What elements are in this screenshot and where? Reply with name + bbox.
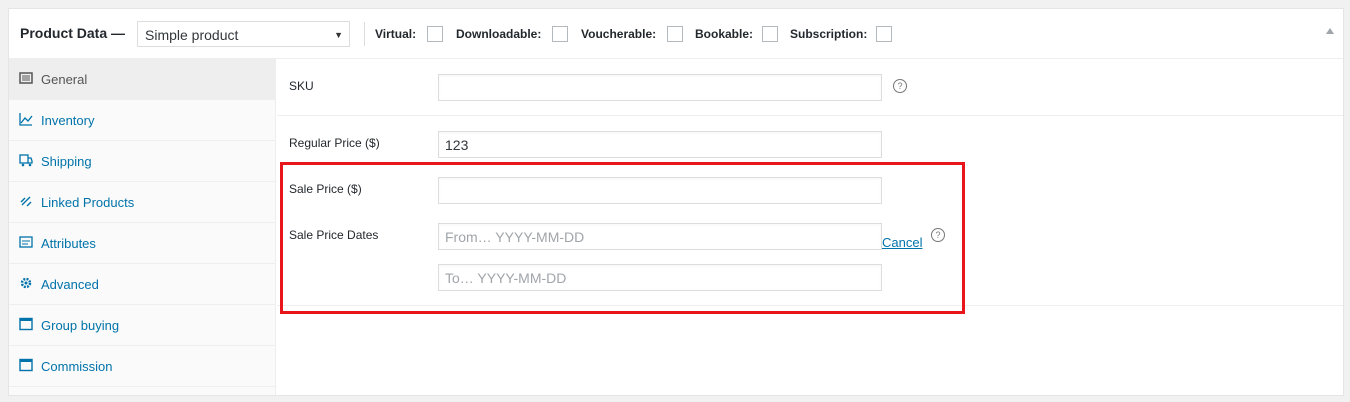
tab-label: Group buying: [41, 318, 120, 333]
product-data-header: Product Data — Simple product ▼ Virtual:…: [9, 9, 1343, 59]
sale-price-dates-label: Sale Price Dates: [289, 228, 379, 242]
sale-date-to-input[interactable]: To… YYYY-MM-DD: [438, 264, 882, 291]
cancel-schedule-link[interactable]: Cancel: [882, 235, 922, 250]
collapse-toggle-icon[interactable]: [1326, 28, 1334, 34]
regular-price-label: Regular Price ($): [289, 136, 380, 150]
bookable-checkbox[interactable]: [762, 26, 778, 42]
tab-group-buying[interactable]: Group buying: [9, 305, 275, 346]
virtual-label: Virtual:: [375, 27, 417, 41]
chart-line-icon: [19, 113, 33, 126]
truck-icon: [19, 154, 33, 167]
tab-shipping[interactable]: Shipping: [9, 141, 275, 182]
help-icon[interactable]: ?: [893, 79, 907, 93]
subscription-label: Subscription:: [790, 27, 868, 41]
virtual-checkbox[interactable]: [427, 26, 443, 42]
subscription-checkbox[interactable]: [876, 26, 892, 42]
product-data-tabs: General Inventory Shipping Linked Produc…: [9, 59, 276, 395]
tab-advanced[interactable]: Advanced: [9, 264, 275, 305]
chevron-down-icon: ▼: [334, 30, 343, 40]
product-type-select[interactable]: Simple product ▼: [137, 21, 350, 47]
tab-label: Commission: [41, 359, 113, 374]
downloadable-label: Downloadable:: [456, 27, 542, 41]
regular-price-input[interactable]: 123: [438, 131, 882, 158]
tab-label: Linked Products: [41, 195, 135, 210]
tab-label: Inventory: [41, 113, 95, 128]
sale-date-from-input[interactable]: From… YYYY-MM-DD: [438, 223, 882, 250]
window-icon: [19, 317, 33, 331]
header-divider: [364, 22, 365, 46]
table-icon: [19, 72, 33, 84]
window-icon: [19, 358, 33, 372]
tab-linked-products[interactable]: Linked Products: [9, 182, 275, 223]
general-options-panel: SKU ? Regular Price ($) 123 Sale Price (…: [277, 59, 1343, 395]
gear-icon: [20, 277, 32, 289]
voucherable-label: Voucherable:: [581, 27, 657, 41]
list-icon: [19, 236, 33, 248]
tab-label: Shipping: [41, 154, 92, 169]
tab-general[interactable]: General: [9, 59, 275, 100]
sku-input[interactable]: [438, 74, 882, 101]
row-divider: [277, 305, 1343, 306]
tab-label: Advanced: [41, 277, 99, 292]
product-type-value: Simple product: [145, 27, 239, 43]
tab-attributes[interactable]: Attributes: [9, 223, 275, 264]
tab-label: Attributes: [41, 236, 96, 251]
sku-label: SKU: [289, 79, 314, 93]
tab-label: General: [41, 72, 88, 87]
voucherable-checkbox[interactable]: [667, 26, 683, 42]
sale-price-label: Sale Price ($): [289, 182, 362, 196]
tab-inventory[interactable]: Inventory: [9, 100, 275, 141]
row-divider: [277, 115, 1343, 116]
product-data-panel: Product Data — Simple product ▼ Virtual:…: [8, 8, 1344, 396]
sale-price-input[interactable]: [438, 177, 882, 204]
link-icon: [20, 196, 32, 207]
tab-commission[interactable]: Commission: [9, 346, 275, 387]
bookable-label: Bookable:: [695, 27, 754, 41]
panel-title: Product Data —: [20, 25, 126, 41]
downloadable-checkbox[interactable]: [552, 26, 568, 42]
help-icon[interactable]: ?: [931, 228, 945, 242]
